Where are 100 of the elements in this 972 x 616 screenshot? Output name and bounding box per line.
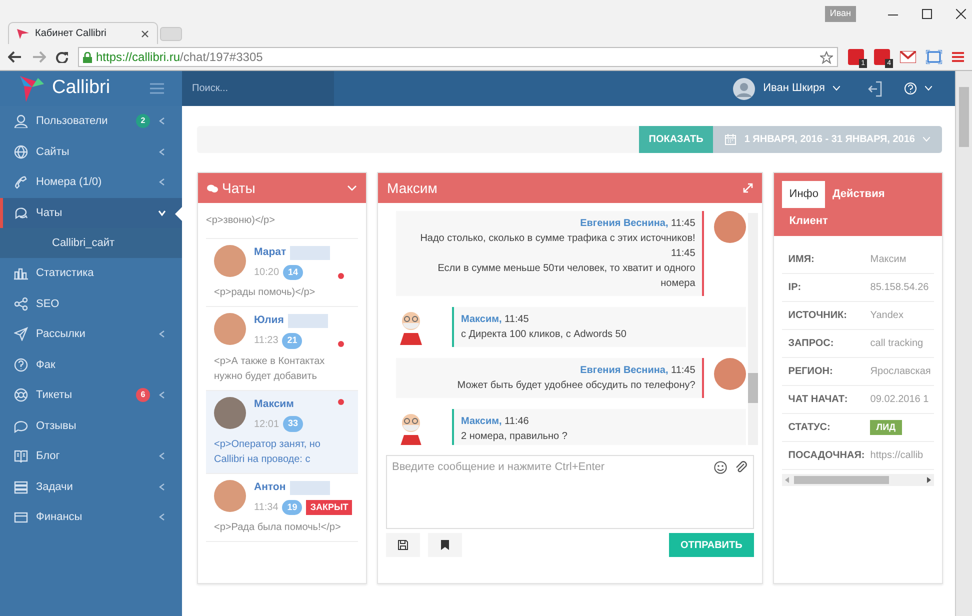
tab[interactable]: Клиент [782, 208, 835, 234]
close-icon[interactable] [141, 30, 149, 38]
reload-icon[interactable] [56, 51, 68, 63]
field-label: СТАТУС: [787, 421, 832, 435]
scroll-right-icon[interactable] [927, 477, 931, 483]
sidebar-item[interactable]: Сайты [0, 136, 182, 167]
help-icon[interactable] [904, 82, 917, 95]
scrollbar[interactable] [748, 213, 758, 445]
avatar-placeholder [214, 313, 246, 346]
submenu-item[interactable]: Callibri_сайт [52, 234, 115, 252]
question-icon [14, 358, 28, 372]
message-text: 11:45 [670, 247, 696, 261]
field-value: Yandex [870, 309, 904, 323]
bookmark-button[interactable] [428, 533, 462, 557]
sidebar-item[interactable]: SEO [0, 288, 182, 319]
maximize-icon[interactable] [922, 8, 932, 19]
sidebar-item[interactable]: Рассылки [0, 319, 182, 350]
chat-time: 11:34 [254, 500, 278, 515]
calendar-icon [725, 134, 736, 145]
message-header: Максим, 11:46 [461, 415, 530, 429]
bar-chart-icon [14, 266, 28, 280]
profile-name[interactable]: Иван [824, 6, 856, 22]
logout-icon[interactable] [868, 80, 882, 96]
sidebar-item[interactable]: Номера (1/0) [0, 167, 182, 198]
sidebar-item[interactable]: Отзывы [0, 410, 182, 441]
sidebar-item[interactable]: Чаты [0, 198, 182, 228]
chat-item[interactable]: Антон 11:34 19 ЗАКРЫТ <p>Рада была помочь!</p> [206, 474, 358, 542]
contact-name: Антон [254, 480, 286, 495]
caret-icon [923, 137, 930, 142]
message-text: Надо столько, сколько в сумме трафика с этих источников! [419, 232, 696, 246]
browser-tab[interactable]: Кабинет Callibri [8, 22, 158, 44]
field-label: ИСТОЧНИК: [787, 309, 848, 323]
paperclip-icon[interactable] [735, 461, 748, 474]
chat-bubbles-icon [207, 184, 218, 192]
smiley-icon[interactable] [714, 461, 728, 474]
panel-title: Чаты [222, 178, 256, 198]
avatar-placeholder [214, 396, 246, 428]
chat-time: 10:20 [254, 266, 280, 280]
sidebar-item[interactable]: Статистика [0, 258, 182, 288]
logo-text: Callibri [52, 76, 110, 100]
field-label: ПОСАДОЧНАЯ: [787, 449, 866, 463]
field-value: 85.158.54.26 [870, 281, 929, 295]
show-button[interactable]: ПОКАЗАТЬ [638, 126, 714, 153]
sidebar-item[interactable]: Блог [0, 441, 182, 472]
caret-icon[interactable] [925, 86, 932, 91]
book-icon [14, 449, 28, 464]
back-icon[interactable] [8, 51, 22, 63]
page-scrollbar[interactable] [955, 71, 972, 616]
tab[interactable]: Инфо [782, 181, 826, 208]
list-icon [14, 480, 28, 494]
menu-icon[interactable] [952, 51, 964, 63]
star-icon[interactable] [820, 50, 833, 64]
chevron-down-icon[interactable] [347, 185, 357, 191]
user-name[interactable]: Иван Шкиря [763, 80, 825, 97]
speech-bubble-icon [14, 418, 28, 433]
chat-time: 11:23 [254, 334, 278, 348]
message-text: Может быть будет удобнее обсудить по телефону? [456, 379, 696, 393]
save-button[interactable] [386, 533, 420, 557]
message-header: Максим, 11:45 [461, 313, 530, 327]
message-count: 19 [282, 500, 302, 515]
chat-snippet: <p>рады помочь)</p> [214, 286, 316, 300]
message-count: 21 [282, 333, 302, 348]
send-button[interactable]: ОТПРАВИТЬ [668, 533, 754, 557]
horizontal-scrollbar[interactable] [782, 474, 934, 486]
chat-item[interactable]: Максим 12:01 33 <p>Оператор занят, но Callibri на проводе: с [206, 390, 358, 474]
chat-snippet: <p>А также в Контактах нужно будет добавить [214, 354, 326, 384]
paper-plane-icon [14, 327, 28, 342]
sidebar-item[interactable]: Фак [0, 350, 182, 380]
url-text: https://callibri.ru/chat/197#3305 [96, 49, 264, 66]
lifebuoy-icon [14, 388, 28, 402]
sidebar-item[interactable]: Пользователи 2 [0, 106, 182, 136]
share-icon [14, 296, 28, 311]
chat-item[interactable]: Марат 10:20 14 <p>рады помочь)</p> [206, 239, 358, 308]
sidebar-item[interactable]: Задачи [0, 472, 182, 502]
field-value: https://callib [870, 449, 924, 463]
avatar-placeholder [714, 358, 746, 390]
address-bar[interactable]: https://callibri.ru/chat/197#3305 [78, 47, 838, 67]
avatar-icon[interactable] [733, 78, 756, 100]
search-field[interactable]: Поиск... [182, 71, 334, 106]
tab[interactable]: Действия [825, 181, 892, 208]
closed-tag: ЗАКРЫТ [306, 500, 352, 515]
avatar-placeholder [714, 211, 746, 243]
caret-icon[interactable] [833, 86, 840, 91]
chat-snippet: <p>звоню)</p> [206, 214, 276, 228]
chat-item[interactable]: Юлия 11:23 21 <p>А также в Контактах нужно будет добавить [206, 307, 358, 390]
close-icon[interactable] [956, 8, 966, 19]
expand-icon[interactable] [743, 183, 754, 193]
user-icon [14, 114, 28, 128]
contact-name: Юлия [254, 313, 284, 328]
mail-icon[interactable] [900, 51, 916, 63]
count-badge: 2 [136, 114, 150, 128]
sidebar-item[interactable]: Тикеты 6 [0, 380, 182, 410]
sidebar-item[interactable]: Финансы [0, 502, 182, 532]
bookmark-icon [441, 540, 449, 550]
chat-time: 12:01 [254, 418, 280, 432]
field-label: РЕГИОН: [787, 365, 834, 379]
screenshot-icon[interactable] [926, 50, 942, 64]
message-count: 14 [283, 264, 304, 280]
message-text: с Директа 100 кликов, с Adwords 50 [461, 328, 628, 342]
panel-title: Максим [387, 178, 438, 198]
